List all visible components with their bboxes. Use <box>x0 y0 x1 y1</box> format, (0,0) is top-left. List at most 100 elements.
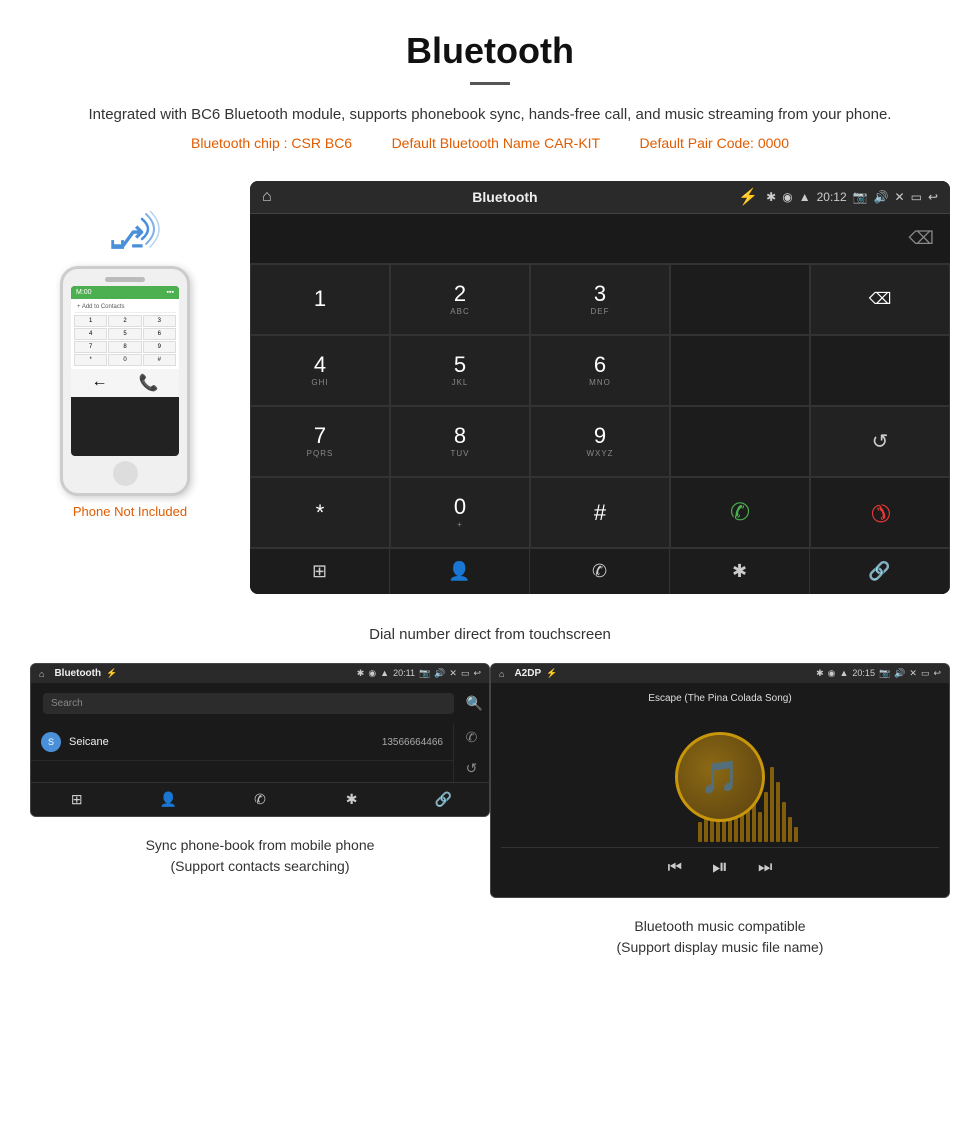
pb-signal-icon: ▲ <box>380 668 389 679</box>
dial-key-backspace[interactable]: ⌫ <box>810 264 950 335</box>
dial-key-9-main: 9 <box>594 425 606 447</box>
call-button[interactable]: ✆ <box>670 477 810 548</box>
main-section: ␣ ⎇ M:00 ▪▪▪ + Add to Contacts <box>0 181 980 594</box>
screen-icon: ▭ <box>911 190 922 204</box>
dial-key-star[interactable]: * <box>250 477 390 548</box>
pb-sync-icon[interactable]: ↺ <box>466 760 478 777</box>
dial-key-2-sub: ABC <box>450 307 469 316</box>
music-art-area: 🎵 <box>501 712 939 842</box>
call-icon: ✆ <box>730 498 750 527</box>
music-screen: ⌂ A2DP ⚡ ✱ ◉ ▲ 20:15 📷 🔊 ✕ ▭ ↩ Escape (T… <box>490 663 950 898</box>
dial-key-7[interactable]: 7 PQRS <box>250 406 390 477</box>
music-caption-line2: (Support display music file name) <box>617 939 824 955</box>
phone-key-0: 0 <box>108 354 141 366</box>
dial-key-1-main: 1 <box>314 288 326 310</box>
bluetooth-specs: Bluetooth chip : CSR BC6 Default Bluetoo… <box>60 135 920 151</box>
car-dialpad-screen: ⌂ Bluetooth ⚡ ✱ ◉ ▲ 20:12 📷 🔊 ✕ ▭ ↩ ⌫ <box>250 181 950 594</box>
phonebook-search-bar[interactable]: Search <box>43 693 454 714</box>
pb-home-icon: ⌂ <box>39 669 44 679</box>
dial-key-9-sub: WXYZ <box>586 449 613 458</box>
dial-key-8[interactable]: 8 TUV <box>390 406 530 477</box>
car-screen-title: Bluetooth <box>280 189 731 205</box>
dialpad-bottom-bar: ⊞ 👤 ✆ ✱ 🔗 <box>250 548 950 594</box>
dial-key-8-sub: TUV <box>451 449 470 458</box>
link-tab[interactable]: 🔗 <box>810 549 950 594</box>
song-title: Escape (The Pina Colada Song) <box>648 693 791 704</box>
pb-time: 20:11 <box>393 668 415 679</box>
dial-key-7-sub: PQRS <box>307 449 334 458</box>
dial-key-star-main: * <box>316 502 325 524</box>
music-item: ⌂ A2DP ⚡ ✱ ◉ ▲ 20:15 📷 🔊 ✕ ▭ ↩ Escape (T… <box>490 663 950 966</box>
dial-key-6[interactable]: 6 MNO <box>530 335 670 406</box>
dial-key-0[interactable]: 0 + <box>390 477 530 548</box>
pb-usb-icon: ⚡ <box>106 668 117 679</box>
dial-key-9[interactable]: 9 WXYZ <box>530 406 670 477</box>
phone-tab[interactable]: ✆ <box>530 549 670 594</box>
pb-link-icon[interactable]: 🔗 <box>397 783 489 816</box>
music-caption-line1: Bluetooth music compatible <box>634 918 805 934</box>
backspace-button[interactable]: ⌫ <box>909 228 934 249</box>
contacts-tab[interactable]: 👤 <box>390 549 530 594</box>
pb-contacts-icon[interactable]: 👤 <box>123 783 215 816</box>
music-camera-icon: 📷 <box>879 668 890 679</box>
dial-key-4[interactable]: 4 GHI <box>250 335 390 406</box>
bluetooth-tab[interactable]: ✱ <box>670 549 810 594</box>
dial-key-empty-3 <box>810 335 950 406</box>
dial-key-3[interactable]: 3 DEF <box>530 264 670 335</box>
refresh-icon: ↺ <box>872 429 889 454</box>
dial-key-4-main: 4 <box>314 354 326 376</box>
pb-bt-icon: ✱ <box>357 668 365 679</box>
phonebook-caption-line1: Sync phone-book from mobile phone <box>146 837 375 853</box>
dial-key-3-sub: DEF <box>591 307 610 316</box>
home-icon: ⌂ <box>262 188 272 206</box>
pb-bt-tab-icon[interactable]: ✱ <box>306 783 398 816</box>
page-title: Bluetooth <box>60 30 920 72</box>
pb-phone-icon[interactable]: ✆ <box>214 783 306 816</box>
dial-key-7-main: 7 <box>314 425 326 447</box>
bt-status-icon: ✱ <box>766 190 776 204</box>
bt-chip-spec: Bluetooth chip : CSR BC6 <box>191 135 352 151</box>
play-pause-button[interactable]: ⏯ <box>712 856 728 879</box>
music-location-icon: ◉ <box>828 668 836 679</box>
phone-key-6: 6 <box>143 328 176 340</box>
pb-dialpad-icon[interactable]: ⊞ <box>31 783 123 816</box>
volume-icon: 🔊 <box>874 190 889 204</box>
dial-key-0-main: 0 <box>454 496 466 518</box>
music-screen-icon: ▭ <box>921 668 930 679</box>
phone-key-2: 2 <box>108 315 141 327</box>
dial-key-hash[interactable]: # <box>530 477 670 548</box>
pb-call-icon[interactable]: ✆ <box>466 729 478 746</box>
music-usb-icon: ⚡ <box>546 668 557 679</box>
bt-code-spec: Default Pair Code: 0000 <box>640 135 789 151</box>
search-icon[interactable]: 🔍 <box>466 695 483 712</box>
dial-key-5[interactable]: 5 JKL <box>390 335 530 406</box>
dial-key-1[interactable]: 1 <box>250 264 390 335</box>
next-track-button[interactable]: ⏭ <box>758 859 772 877</box>
phone-screen: M:00 ▪▪▪ + Add to Contacts 1 2 3 4 5 6 7 <box>71 286 179 456</box>
phonebook-search-row: Search 🔍 <box>31 683 489 724</box>
phone-speaker <box>105 277 145 282</box>
dialpad-display: ⌫ <box>250 214 950 264</box>
phone-illustration: M:00 ▪▪▪ + Add to Contacts 1 2 3 4 5 6 7 <box>60 266 200 496</box>
phone-signal-icons: ▪▪▪ <box>167 289 174 296</box>
pb-status-right: ✱ ◉ ▲ 20:11 📷 🔊 ✕ ▭ ↩ <box>357 668 481 679</box>
dial-key-refresh[interactable]: ↺ <box>810 406 950 477</box>
dial-key-6-sub: MNO <box>589 378 611 387</box>
phone-screen-header: M:00 ▪▪▪ <box>71 286 179 299</box>
phone-key-9: 9 <box>143 341 176 353</box>
end-call-button[interactable]: ✆ <box>810 477 950 548</box>
pb-screen-title: Bluetooth <box>54 668 101 679</box>
prev-track-button[interactable]: ⏮ <box>668 859 682 877</box>
dialpad-tab[interactable]: ⊞ <box>250 549 390 594</box>
car-status-bar: ⌂ Bluetooth ⚡ ✱ ◉ ▲ 20:12 📷 🔊 ✕ ▭ ↩ <box>250 181 950 214</box>
dial-key-8-main: 8 <box>454 425 466 447</box>
music-time: 20:15 <box>852 668 875 679</box>
camera-icon: 📷 <box>853 190 868 204</box>
contact-row[interactable]: S Seicane 13566664466 <box>31 724 453 761</box>
music-signal-icon: ▲ <box>840 668 849 679</box>
phonebook-status-bar: ⌂ Bluetooth ⚡ ✱ ◉ ▲ 20:11 📷 🔊 ✕ ▭ ↩ <box>31 664 489 683</box>
album-art-circle: 🎵 <box>675 732 765 822</box>
dial-key-2[interactable]: 2 ABC <box>390 264 530 335</box>
phone-key-hash: # <box>143 354 176 366</box>
phone-screen-body: + Add to Contacts 1 2 3 4 5 6 7 8 9 * <box>71 299 179 369</box>
